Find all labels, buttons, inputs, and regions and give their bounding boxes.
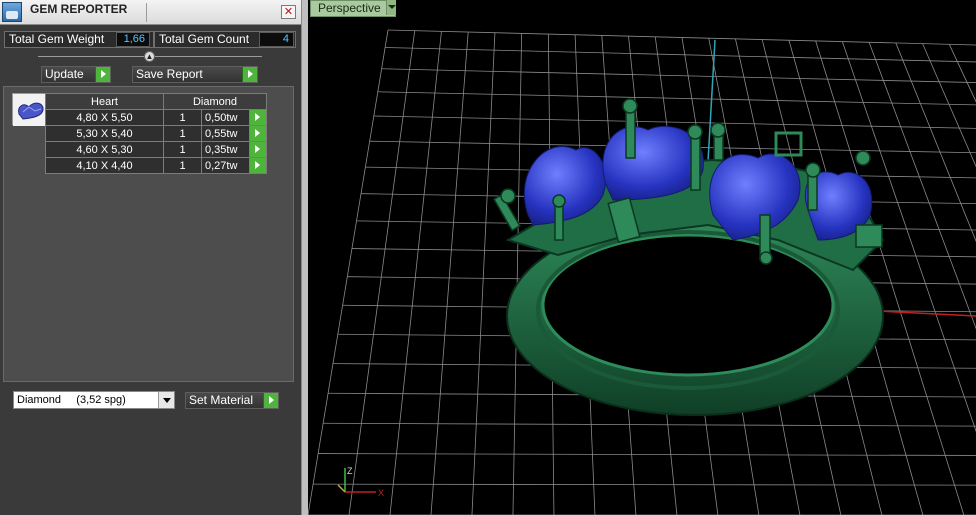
row-size: 4,80 X 5,50 [45, 109, 164, 126]
play-arrow-icon[interactable] [249, 125, 267, 142]
grid-line-horizontal [377, 91, 976, 106]
grid-line-horizontal [381, 68, 976, 83]
table-row[interactable]: 4,10 X 4,40 1 0,27tw [45, 157, 267, 174]
table-header-row: Heart Diamond [45, 93, 267, 110]
row-qty: 1 [163, 141, 202, 158]
row-weight: 0,50tw [201, 109, 250, 126]
set-material-label: Set Material [189, 393, 254, 407]
grid-line-vertical [868, 42, 976, 330]
play-arrow-icon[interactable] [249, 141, 267, 158]
grid-line-vertical [348, 30, 416, 515]
save-report-button[interactable]: Save Report [132, 66, 258, 83]
row-qty: 1 [163, 125, 202, 142]
close-button[interactable]: ✕ [281, 5, 296, 19]
axis-x-label: X [378, 488, 384, 498]
grid-line-horizontal [373, 115, 976, 129]
title-divider [146, 3, 147, 22]
row-weight: 0,27tw [201, 157, 250, 174]
grid-line-vertical [512, 33, 523, 515]
title-bar[interactable]: GEM REPORTER ✕ [0, 0, 301, 25]
chevron-down-icon[interactable] [386, 0, 396, 15]
header-shape: Heart [45, 93, 164, 110]
scene-canvas[interactable]: Z X [308, 0, 976, 515]
3d-viewport[interactable]: Z X Perspective [308, 0, 976, 515]
update-button[interactable]: Update [41, 66, 111, 83]
axis-z-label: Z [347, 466, 353, 476]
app-icon [2, 2, 22, 22]
header-material: Diamond [163, 93, 267, 110]
table-row[interactable]: 4,80 X 5,50 1 0,50tw [45, 109, 267, 126]
row-size: 5,30 X 5,40 [45, 125, 164, 142]
total-gem-count-text: Total Gem Count [159, 32, 250, 46]
grid-line-vertical [430, 32, 469, 515]
grid-line-horizontal [387, 29, 976, 46]
play-arrow-icon[interactable] [249, 109, 267, 126]
collapse-icon[interactable]: ▲ [144, 51, 155, 62]
save-report-label: Save Report [136, 67, 203, 81]
row-weight: 0,55tw [201, 125, 250, 142]
dropdown-icon[interactable] [158, 392, 174, 408]
heart-gem-icon[interactable] [12, 93, 49, 126]
table-row[interactable]: 5,30 X 5,40 1 0,55tw [45, 125, 267, 142]
play-arrow-icon [242, 67, 257, 82]
play-arrow-icon [95, 67, 110, 82]
grid-line-horizontal [318, 453, 976, 456]
row-size: 4,10 X 4,40 [45, 157, 164, 174]
total-gem-weight-text: Total Gem Weight [9, 32, 105, 46]
table-row[interactable]: 4,60 X 5,30 1 0,35tw [45, 141, 267, 158]
set-material-button[interactable]: Set Material [185, 392, 279, 409]
view-mode-selector[interactable]: Perspective [310, 0, 396, 17]
grid-line-horizontal [385, 47, 976, 63]
total-gem-weight-value: 1,66 [116, 32, 150, 47]
total-gem-count-value: 4 [259, 32, 294, 47]
grid-line-vertical [895, 42, 976, 243]
gem-reporter-panel: GEM REPORTER ✕ Total Gem Weight 1,66 Tot… [0, 0, 301, 515]
material-select-value: Diamond (3,52 spg) [17, 394, 126, 406]
grid-line-vertical [389, 31, 442, 515]
play-arrow-icon [263, 393, 278, 408]
window-title: GEM REPORTER [30, 2, 128, 16]
grid-line-horizontal [323, 422, 976, 427]
grid-line-horizontal [313, 483, 976, 486]
ring-model[interactable] [493, 98, 885, 416]
row-qty: 1 [163, 157, 202, 174]
update-label: Update [45, 67, 84, 81]
row-weight: 0,35tw [201, 141, 250, 158]
gem-table: Heart Diamond 4,80 X 5,50 1 0,50tw 5,30 … [45, 93, 267, 174]
grid-line-vertical [922, 43, 976, 168]
grid-line-vertical [471, 32, 496, 515]
gem-list: Heart Diamond 4,80 X 5,50 1 0,50tw 5,30 … [3, 86, 294, 382]
grid-line-vertical [308, 29, 389, 515]
view-mode-label: Perspective [318, 1, 381, 15]
play-arrow-icon[interactable] [249, 157, 267, 174]
row-size: 4,60 X 5,30 [45, 141, 164, 158]
material-select[interactable]: Diamond (3,52 spg) [13, 391, 175, 409]
axis-gizmo: Z X [337, 466, 384, 498]
panel-splitter[interactable] [301, 0, 308, 515]
row-qty: 1 [163, 109, 202, 126]
